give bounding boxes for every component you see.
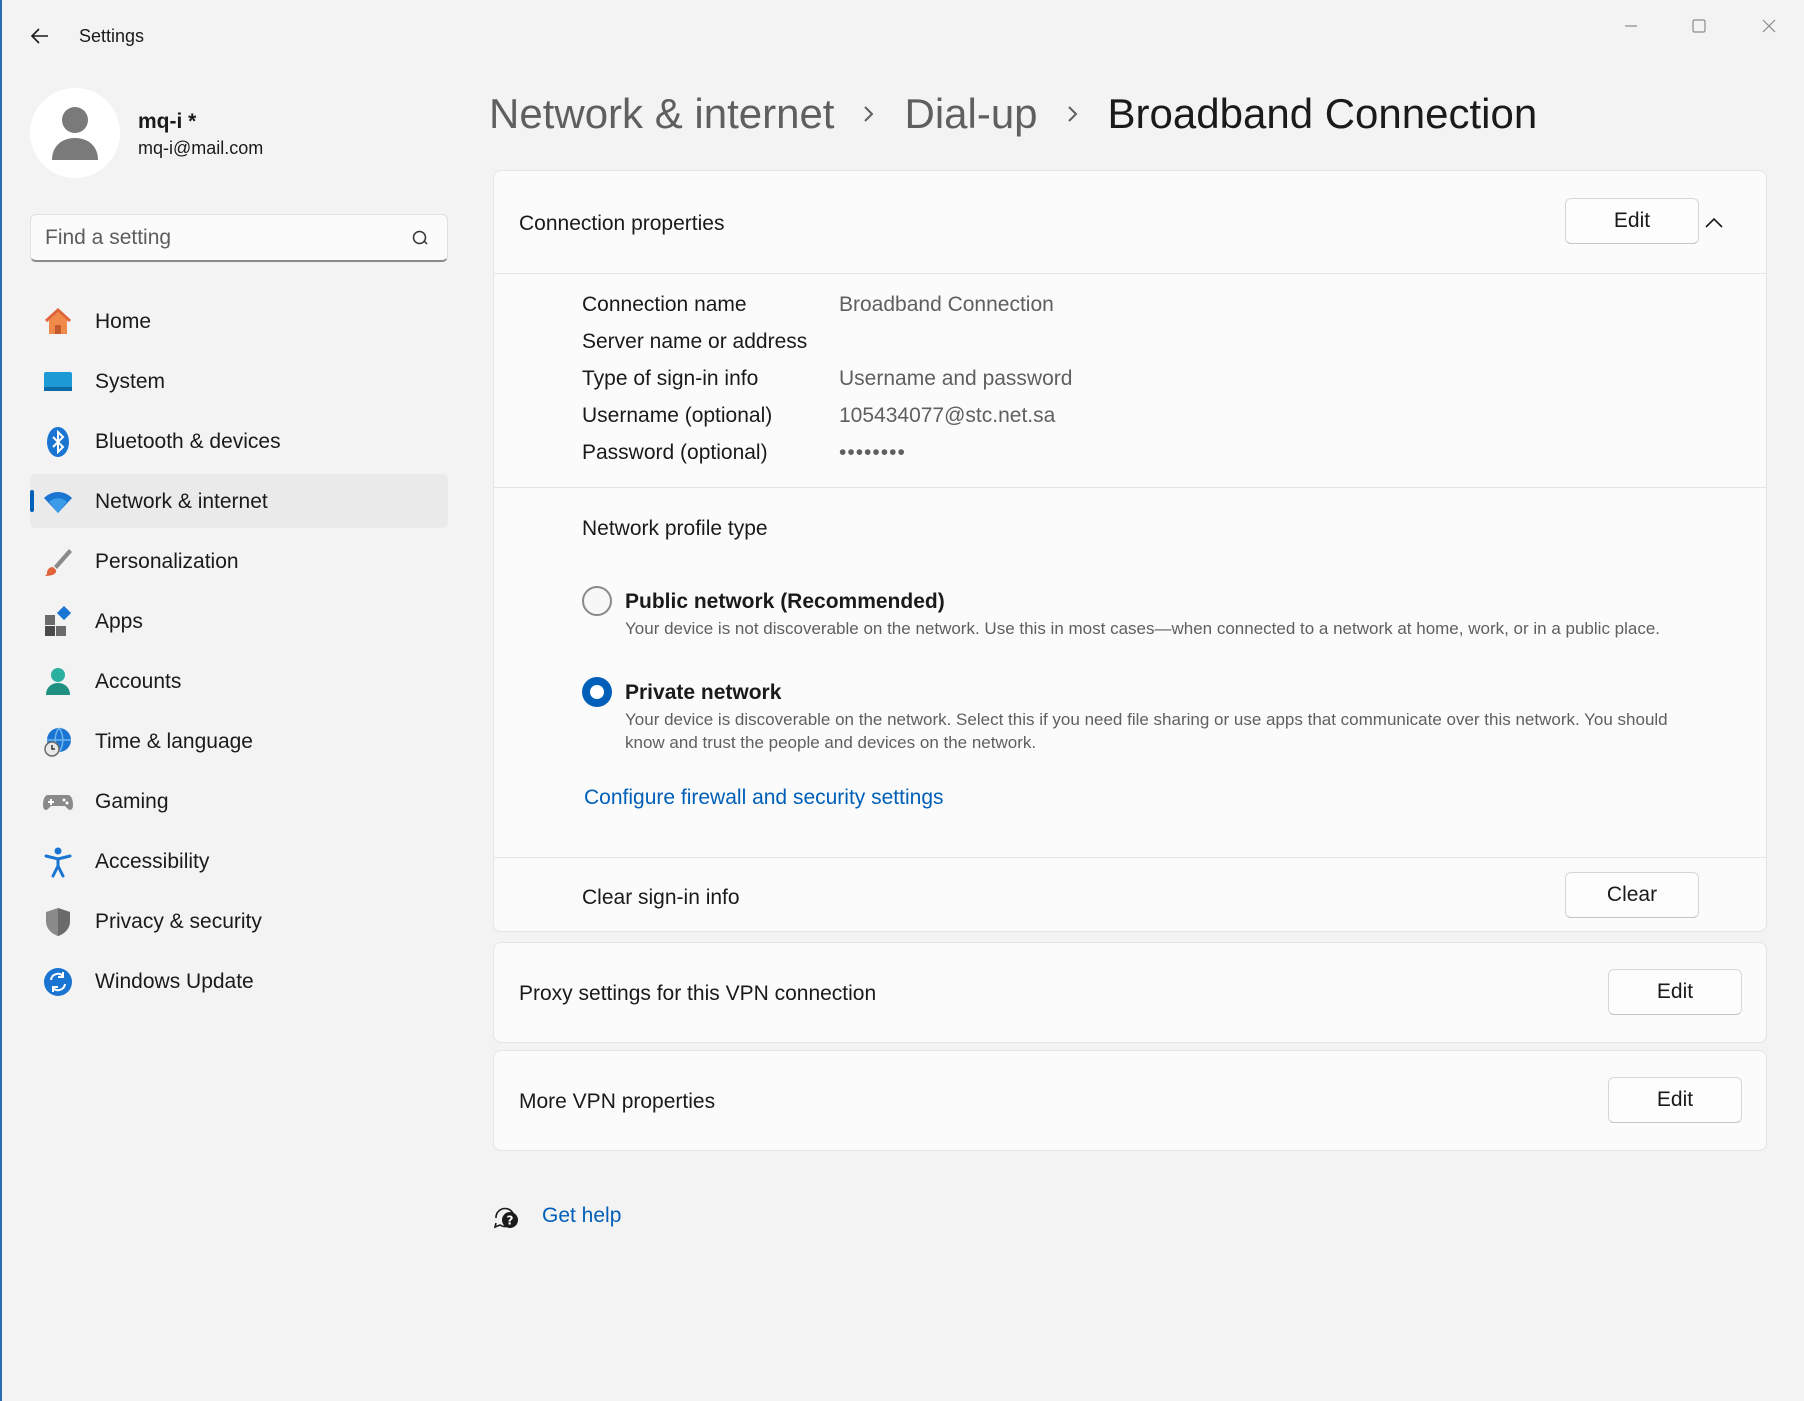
profile-email: mq-i@mail.com	[138, 138, 264, 158]
sidebar-item-label: Apps	[95, 610, 143, 633]
sidebar-item-bluetooth[interactable]: Bluetooth & devices	[30, 414, 448, 468]
sidebar-item-privacy[interactable]: Privacy & security	[30, 894, 448, 948]
public-network-radio[interactable]	[582, 586, 612, 616]
connection-name-label: Connection name	[582, 293, 747, 316]
minimize-button[interactable]	[1604, 8, 1658, 44]
chevron-right-icon	[862, 103, 876, 125]
sidebar-item-personalization[interactable]: Personalization	[30, 534, 448, 588]
sidebar-item-label: Home	[95, 310, 152, 333]
back-arrow-icon	[30, 28, 48, 44]
shield-icon	[42, 906, 74, 938]
connection-name-value: Broadband Connection	[839, 293, 1054, 316]
get-help-icon: ?	[492, 1202, 520, 1230]
signin-type-label: Type of sign-in info	[582, 367, 759, 390]
app-title: Settings	[79, 26, 145, 46]
sidebar-item-accounts[interactable]: Accounts	[30, 654, 448, 708]
collapse-button[interactable]	[1694, 203, 1734, 243]
profile-name: mq-i *	[138, 110, 197, 133]
chevron-right-icon	[1066, 103, 1080, 125]
password-value: ••••••••	[839, 441, 906, 464]
sidebar-item-label: Network & internet	[95, 490, 268, 513]
sidebar-item-label: Accessibility	[95, 850, 210, 873]
sidebar-nav: Home System Bluetooth & devices Network …	[30, 294, 448, 1014]
sidebar-item-label: Time & language	[95, 730, 253, 753]
chevron-up-icon	[1705, 217, 1723, 228]
sidebar-item-gaming[interactable]: Gaming	[30, 774, 448, 828]
clear-signin-label: Clear sign-in info	[582, 886, 740, 909]
username-label: Username (optional)	[582, 404, 773, 427]
public-network-title: Public network (Recommended)	[625, 590, 945, 613]
divider	[494, 487, 1766, 488]
accounts-icon	[42, 666, 74, 698]
more-vpn-edit-button[interactable]: Edit	[1608, 1077, 1742, 1123]
clear-signin-button[interactable]: Clear	[1565, 872, 1699, 918]
breadcrumb-dial-up[interactable]: Dial-up	[904, 90, 1037, 138]
search-icon[interactable]	[411, 229, 431, 249]
page-title: Broadband Connection	[1107, 90, 1538, 137]
divider	[494, 273, 1766, 274]
sidebar-item-network[interactable]: Network & internet	[30, 474, 448, 528]
private-network-description: Your device is discoverable on the netwo…	[625, 710, 1668, 752]
maximize-button[interactable]	[1672, 8, 1726, 44]
sidebar-item-label: System	[95, 370, 166, 393]
proxy-settings-card: Proxy settings for this VPN connection E…	[493, 942, 1767, 1043]
signin-type-value: Username and password	[839, 367, 1073, 390]
search-box[interactable]	[30, 214, 448, 262]
username-value: 105434077@stc.net.sa	[839, 404, 1056, 427]
server-name-label: Server name or address	[582, 330, 808, 353]
svg-text:?: ?	[507, 1214, 514, 1228]
sidebar-item-accessibility[interactable]: Accessibility	[30, 834, 448, 888]
sidebar-item-system[interactable]: System	[30, 354, 448, 408]
title-bar: Settings	[2, 0, 1804, 74]
connection-properties-title: Connection properties	[519, 212, 725, 235]
settings-window: Settings mq-i * mq-i@mail.com Find a set…	[0, 0, 1804, 1401]
apps-icon	[42, 606, 74, 638]
gamepad-icon	[42, 786, 74, 818]
divider	[494, 857, 1766, 858]
sidebar-item-label: Personalization	[95, 550, 239, 573]
back-button[interactable]	[26, 22, 54, 50]
system-icon	[42, 366, 74, 398]
sidebar-item-windows-update[interactable]: Windows Update	[30, 954, 448, 1008]
more-vpn-properties-card: More VPN properties Edit	[493, 1050, 1767, 1151]
public-network-description: Your device is not discoverable on the n…	[625, 619, 1661, 638]
edit-connection-button[interactable]: Edit	[1565, 198, 1699, 244]
sidebar-item-label: Accounts	[95, 670, 182, 693]
breadcrumb: Network & internet Dial-up Broadband Con…	[489, 84, 1537, 144]
user-profile[interactable]: mq-i * mq-i@mail.com	[30, 88, 450, 180]
avatar	[30, 88, 120, 178]
password-label: Password (optional)	[582, 441, 768, 464]
sidebar-item-apps[interactable]: Apps	[30, 594, 448, 648]
sidebar-item-label: Privacy & security	[95, 910, 262, 933]
private-network-title: Private network	[625, 681, 782, 704]
breadcrumb-network-internet[interactable]: Network & internet	[489, 90, 834, 138]
get-help-link[interactable]: Get help	[542, 1204, 621, 1228]
search-input[interactable]	[45, 223, 395, 253]
connection-properties-card: Connection properties Edit Connection na…	[493, 170, 1767, 932]
sidebar-item-label: Gaming	[95, 790, 169, 813]
maximize-icon	[1692, 19, 1706, 33]
minimize-icon	[1625, 25, 1637, 27]
person-icon	[52, 107, 98, 160]
proxy-settings-label: Proxy settings for this VPN connection	[519, 982, 877, 1005]
globe-clock-icon	[42, 726, 74, 758]
home-icon	[42, 306, 74, 338]
brush-icon	[42, 546, 74, 578]
proxy-edit-button[interactable]: Edit	[1608, 969, 1742, 1015]
wifi-icon	[42, 486, 74, 518]
bluetooth-icon	[42, 426, 74, 458]
network-profile-title: Network profile type	[582, 517, 768, 540]
sidebar-item-time-language[interactable]: Time & language	[30, 714, 448, 768]
firewall-settings-link[interactable]: Configure firewall and security settings	[584, 786, 944, 810]
sidebar-item-home[interactable]: Home	[30, 294, 448, 348]
accessibility-icon	[42, 846, 74, 878]
close-icon	[1762, 19, 1776, 33]
more-vpn-properties-label: More VPN properties	[519, 1090, 716, 1113]
update-icon	[42, 966, 74, 998]
close-button[interactable]	[1742, 8, 1796, 44]
private-network-radio[interactable]	[582, 677, 612, 707]
sidebar-item-label: Bluetooth & devices	[95, 430, 281, 453]
sidebar-item-label: Windows Update	[95, 970, 254, 993]
